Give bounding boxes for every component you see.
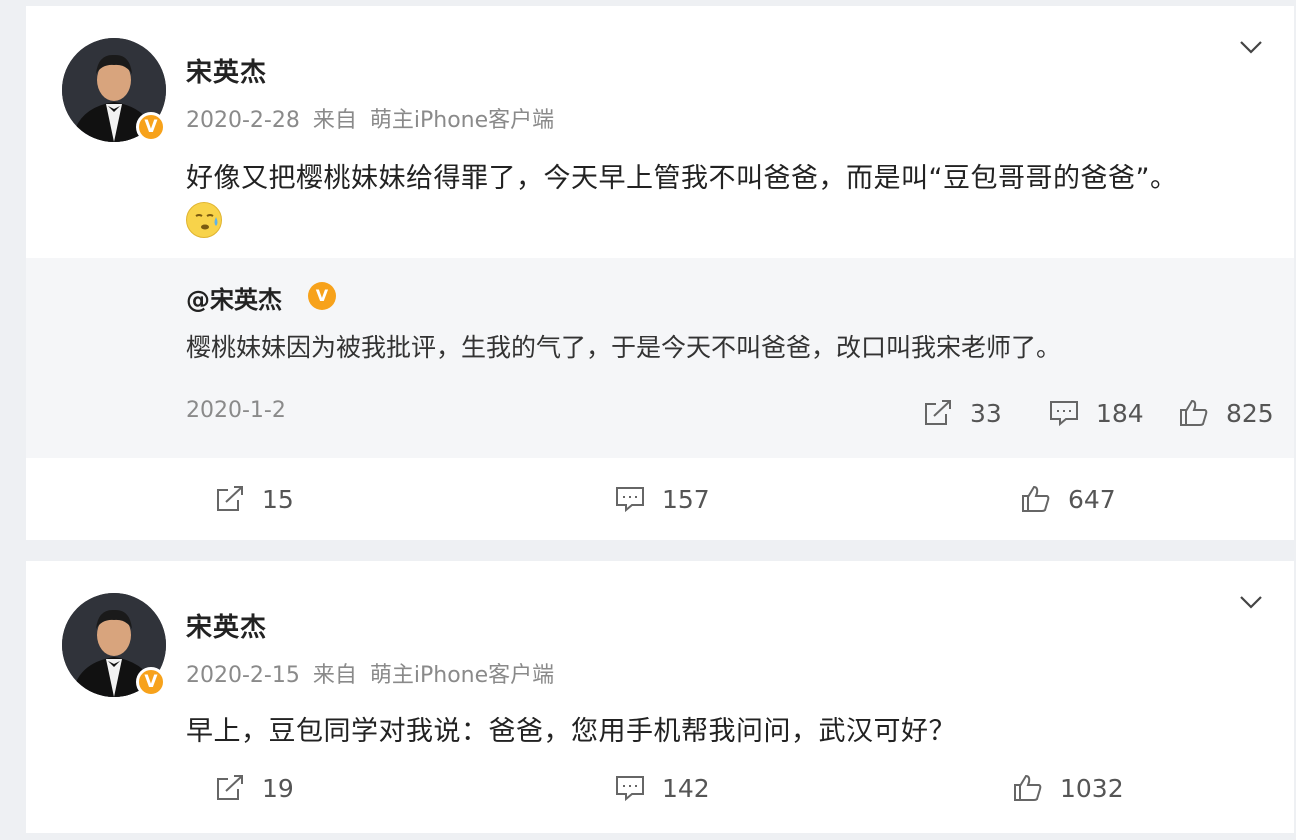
verified-badge-icon: V — [308, 282, 336, 310]
post-meta: 2020-2-28 来自 萌主iPhone客户端 — [186, 102, 560, 134]
source-prefix: 来自 — [312, 663, 357, 688]
share-count: 33 — [970, 398, 1002, 428]
repost-comment-button[interactable]: 184 — [1048, 398, 1144, 428]
share-button[interactable]: 19 — [214, 773, 294, 803]
comment-count: 142 — [662, 773, 710, 803]
post-date[interactable]: 2020-2-15 — [186, 663, 300, 688]
thumbs-up-icon — [1022, 485, 1050, 512]
comment-count: 184 — [1096, 398, 1144, 428]
username[interactable]: 宋英杰 — [186, 607, 267, 644]
repost-share-button[interactable]: 33 — [922, 398, 1002, 428]
like-count: 1032 — [1060, 773, 1124, 803]
share-count: 15 — [262, 484, 294, 514]
sweat-face-emoji-icon — [186, 202, 222, 238]
repost-block[interactable]: @宋英杰 V 樱桃妹妹因为被我批评，生我的气了，于是今天不叫爸爸，改口叫我宋老师… — [26, 258, 1294, 458]
post-date[interactable]: 2020-2-28 — [186, 108, 300, 133]
thumbs-up-icon — [1180, 399, 1208, 426]
share-icon — [217, 486, 243, 511]
like-count: 647 — [1068, 484, 1116, 514]
repost-mention[interactable]: @宋英杰 — [186, 280, 282, 315]
repost-date[interactable]: 2020-1-2 — [186, 398, 286, 423]
post-text: 好像又把樱桃妹妹给得罪了，今天早上管我不叫爸爸，而是叫“豆包哥哥的爸爸”。 — [186, 163, 1178, 194]
comment-icon — [1050, 401, 1078, 427]
chevron-down-icon[interactable] — [1238, 38, 1264, 56]
share-button[interactable]: 15 — [214, 484, 294, 514]
share-icon — [925, 400, 951, 425]
repost-text: 樱桃妹妹因为被我批评，生我的气了，于是今天不叫爸爸，改口叫我宋老师了。 — [186, 333, 1062, 362]
comment-icon — [616, 776, 644, 802]
share-icon — [217, 775, 243, 800]
comment-button[interactable]: 157 — [614, 484, 710, 514]
post-card: V 宋英杰 2020-2-15 来自 萌主iPhone客户端 早上，豆包同学对我… — [26, 561, 1294, 833]
chevron-down-icon[interactable] — [1238, 593, 1264, 611]
verified-badge-icon: V — [136, 112, 166, 142]
comment-count: 157 — [662, 484, 710, 514]
post-source[interactable]: 萌主iPhone客户端 — [370, 663, 554, 688]
comment-icon — [616, 487, 644, 513]
like-count: 825 — [1226, 398, 1274, 428]
source-prefix: 来自 — [312, 108, 357, 133]
post-source[interactable]: 萌主iPhone客户端 — [370, 108, 554, 133]
comment-button[interactable]: 142 — [614, 773, 710, 803]
post-text: 早上，豆包同学对我说：爸爸，您用手机帮我问问，武汉可好？ — [186, 716, 956, 747]
repost-like-button[interactable]: 825 — [1178, 398, 1274, 428]
verified-badge-icon: V — [136, 667, 166, 697]
share-count: 19 — [262, 773, 294, 803]
username[interactable]: 宋英杰 — [186, 52, 267, 89]
post-meta: 2020-2-15 来自 萌主iPhone客户端 — [186, 657, 560, 689]
like-button[interactable]: 647 — [1020, 484, 1116, 514]
thumbs-up-icon — [1014, 774, 1042, 801]
like-button[interactable]: 1032 — [1012, 773, 1124, 803]
post-card: V 宋英杰 2020-2-28 来自 萌主iPhone客户端 好像又把樱桃妹妹给… — [26, 6, 1294, 540]
